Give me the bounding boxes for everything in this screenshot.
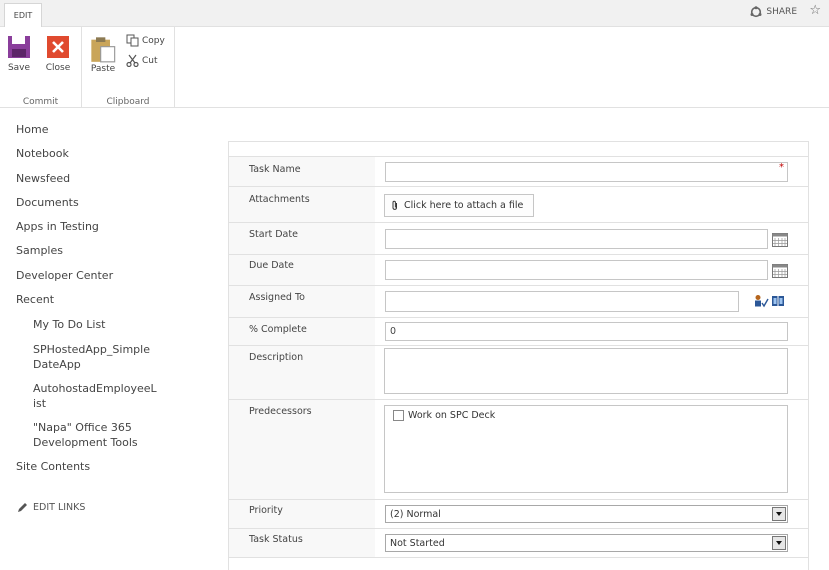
paste-icon	[91, 37, 116, 63]
task-form: Task Name * Attachments Click here to at…	[228, 141, 809, 570]
copy-button[interactable]: Copy	[126, 34, 165, 47]
start-date-label: Start Date	[249, 229, 298, 240]
due-date-input[interactable]	[385, 260, 768, 280]
save-label: Save	[7, 63, 31, 73]
close-icon	[47, 36, 69, 58]
nav-item-home[interactable]: Home	[16, 123, 48, 136]
task-name-input[interactable]	[385, 162, 788, 182]
attachments-label: Attachments	[249, 194, 310, 205]
nav-item-site-contents[interactable]: Site Contents	[16, 460, 90, 473]
close-label: Close	[45, 63, 71, 73]
paste-label: Paste	[90, 64, 116, 74]
pencil-icon	[18, 503, 27, 512]
start-date-input[interactable]	[385, 229, 768, 249]
save-button[interactable]: Save	[2, 35, 36, 73]
ribbon: Save Close Commit Paste Copy Cut Clipboa…	[0, 27, 829, 108]
nav-item-notebook[interactable]: Notebook	[16, 147, 69, 160]
nav-item-documents[interactable]: Documents	[16, 196, 79, 209]
copy-label: Copy	[142, 35, 165, 46]
nav-item-developer-center[interactable]: Developer Center	[16, 269, 113, 282]
commit-group-label: Commit	[22, 97, 59, 107]
chevron-down-icon[interactable]	[772, 507, 786, 521]
start-date-row: Start Date	[229, 223, 808, 255]
percent-complete-input[interactable]: 0	[385, 322, 788, 341]
task-status-select[interactable]: Not Started	[385, 534, 788, 552]
assigned-to-label: Assigned To	[249, 292, 305, 303]
paperclip-icon	[392, 200, 397, 210]
predecessor-option[interactable]: Work on SPC Deck	[393, 410, 495, 421]
task-status-value: Not Started	[390, 538, 445, 549]
task-status-label: Task Status	[249, 534, 303, 545]
assigned-to-row: Assigned To	[229, 286, 808, 318]
predecessor-option-label: Work on SPC Deck	[408, 410, 496, 421]
predecessors-label: Predecessors	[249, 406, 312, 417]
star-icon[interactable]: ☆	[809, 4, 821, 18]
share-icon	[750, 6, 762, 18]
due-date-row: Due Date	[229, 255, 808, 286]
copy-icon	[126, 34, 139, 47]
cut-icon	[126, 54, 139, 67]
calendar-icon[interactable]	[772, 264, 788, 278]
priority-row: Priority (2) Normal	[229, 500, 808, 529]
share-button[interactable]: SHARE	[750, 6, 797, 18]
close-button[interactable]: Close	[41, 35, 75, 73]
check-names-icon[interactable]	[754, 294, 769, 308]
people-picker-icons	[754, 294, 785, 308]
task-name-label: Task Name	[249, 164, 301, 175]
nav-recent-my-to-do-list[interactable]: My To Do List	[33, 317, 163, 332]
nav-recent-sphostedapp[interactable]: SPHostedApp_SimpleDateApp	[33, 342, 155, 372]
required-mark: *	[779, 162, 784, 173]
predecessor-checkbox[interactable]	[393, 410, 404, 421]
calendar-icon[interactable]	[772, 233, 788, 247]
clipboard-group: Paste Copy Cut Clipboard	[82, 27, 175, 108]
predecessors-list[interactable]: Work on SPC Deck	[384, 405, 788, 493]
share-label: SHARE	[766, 7, 797, 17]
address-book-icon[interactable]	[771, 294, 785, 308]
priority-value: (2) Normal	[390, 509, 441, 520]
predecessors-row: Predecessors Work on SPC Deck	[229, 400, 808, 500]
form-top-strip	[229, 142, 808, 157]
task-status-row: Task Status Not Started	[229, 529, 808, 558]
edit-links-button[interactable]: EDIT LINKS	[17, 502, 85, 513]
clipboard-group-label: Clipboard	[106, 97, 150, 107]
tab-edit[interactable]: EDIT	[4, 3, 42, 28]
nav-item-recent[interactable]: Recent	[16, 293, 54, 306]
chevron-down-icon[interactable]	[772, 536, 786, 550]
description-textarea[interactable]	[384, 348, 788, 394]
task-name-row: Task Name *	[229, 157, 808, 187]
ribbon-tabbar: EDIT SHARE ☆	[0, 0, 829, 28]
description-label: Description	[249, 352, 304, 363]
attachments-row: Attachments Click here to attach a file	[229, 187, 808, 223]
cut-label: Cut	[142, 55, 158, 66]
nav-item-newsfeed[interactable]: Newsfeed	[16, 172, 70, 185]
save-icon	[8, 36, 30, 58]
cut-button[interactable]: Cut	[126, 54, 158, 67]
commit-group: Save Close Commit	[0, 27, 82, 108]
attach-file-button[interactable]: Click here to attach a file	[384, 194, 534, 217]
percent-complete-row: % Complete 0	[229, 318, 808, 346]
nav-item-samples[interactable]: Samples	[16, 244, 63, 257]
nav-recent-napa[interactable]: "Napa" Office 365 Development Tools	[33, 420, 153, 450]
edit-links-label: EDIT LINKS	[33, 502, 86, 513]
attach-file-label: Click here to attach a file	[404, 200, 524, 211]
priority-label: Priority	[249, 505, 283, 516]
assigned-to-input[interactable]	[385, 291, 739, 312]
due-date-label: Due Date	[249, 260, 294, 271]
paste-button[interactable]: Paste	[86, 35, 120, 74]
description-row: Description	[229, 346, 808, 400]
nav-item-apps-in-testing[interactable]: Apps in Testing	[16, 220, 99, 233]
nav-recent-autohostad[interactable]: AutohostadEmployeeList	[33, 381, 157, 411]
priority-select[interactable]: (2) Normal	[385, 505, 788, 523]
percent-complete-label: % Complete	[249, 324, 307, 335]
